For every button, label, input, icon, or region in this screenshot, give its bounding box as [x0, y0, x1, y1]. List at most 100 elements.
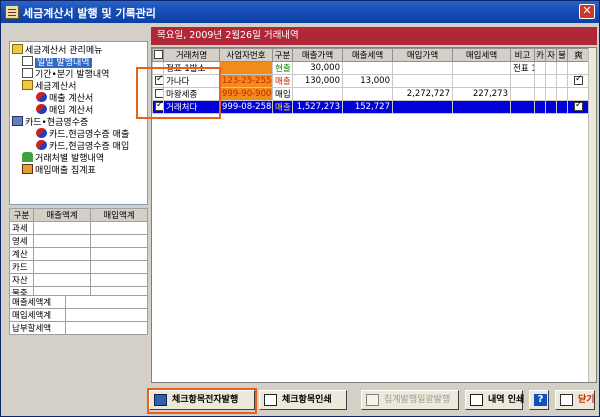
row-checkbox[interactable] [155, 89, 163, 98]
row-checkbox-cell[interactable] [152, 74, 164, 88]
tree-item-summary-table[interactable]: 매입매출 집계표 [22, 164, 96, 176]
summary-header: 매입액계 [90, 208, 148, 222]
column-header[interactable]: 매입가액 [392, 48, 453, 62]
tree-item-sales-invoice[interactable]: 매출 계산서 [36, 92, 93, 104]
window-close-button[interactable]: ✕ [579, 4, 595, 19]
summary-cell [90, 247, 148, 261]
close-button[interactable]: 닫기 [555, 390, 595, 410]
flag-cell [534, 87, 546, 101]
help-button[interactable]: ? [529, 390, 549, 410]
summary-row-label: 카드 [9, 260, 34, 274]
pill-icon [36, 104, 47, 114]
column-header[interactable]: 자 [545, 48, 557, 62]
tree-item-card-sales[interactable]: 카드,현금영수증 매출 [36, 128, 129, 140]
check-issue-button[interactable]: 체크항목전자발행 [149, 390, 255, 410]
tree-item-root[interactable]: 세금계산서 관리메뉴 [12, 44, 102, 56]
row-checkbox-cell[interactable] [152, 87, 164, 101]
column-header[interactable]: 매출세액 [342, 48, 393, 62]
sales-tax: 13,000 [342, 74, 393, 88]
batch-issue-button[interactable]: 집계발행일괄발행 [361, 390, 459, 410]
business-number: 999-08-25800 [219, 100, 273, 114]
column-header[interactable]: 비고 [510, 48, 535, 62]
column-header[interactable]: 사업자번호 [219, 48, 273, 62]
tree-item-card-cash[interactable]: 카드•현금영수증 [12, 116, 88, 128]
help-icon: ? [534, 394, 547, 406]
row-flag-checkbox[interactable] [574, 76, 583, 85]
vertical-scrollbar[interactable] [588, 48, 596, 382]
column-header[interactable]: 구분 [272, 48, 293, 62]
tree-item-tax-invoice[interactable]: 세금계산서 [22, 80, 76, 92]
tree-item-card-purchase[interactable]: 카드,현금영수증 매입 [36, 140, 129, 152]
summary-cell [90, 273, 148, 287]
detail-print-button[interactable]: 내역 인쇄 [465, 390, 524, 410]
table-row[interactable]: 정표 1발소 현출 30,000 전표 1 [152, 61, 590, 75]
note [510, 100, 535, 114]
column-header[interactable]: 매출가액 [292, 48, 343, 62]
pill-icon [36, 92, 47, 102]
summary-row: 계산 [9, 247, 148, 261]
people-icon [22, 152, 33, 162]
sales-amount [292, 87, 343, 101]
menu-tree: 세금계산서 관리메뉴 일일 발행내역 기간•분기 발행내역 세금계산서 매출 계… [9, 41, 148, 205]
select-all-checkbox[interactable] [153, 50, 163, 59]
card-issue-icon [154, 394, 167, 406]
tree-item-by-partner[interactable]: 거래처별 발행내역 [22, 152, 104, 164]
title-bar[interactable]: 세금계산서 발행 및 기록관리 ✕ [1, 1, 599, 23]
purchase-amount [392, 61, 453, 75]
flag-cell[interactable] [567, 61, 590, 75]
transaction-type: 현출 [272, 61, 293, 75]
partner-name: 거래처다 [163, 100, 220, 114]
tree-item-label: 카드•현금영수증 [25, 118, 89, 128]
row-checkbox[interactable] [155, 102, 163, 111]
column-header[interactable]: 거래처명 [163, 48, 220, 62]
column-header[interactable]: 매입세액 [452, 48, 511, 62]
summary-cell [90, 221, 148, 235]
column-header[interactable]: 카 [534, 48, 546, 62]
summary-cell [90, 260, 148, 274]
sales-tax [342, 61, 393, 75]
flag-cell[interactable] [567, 100, 590, 114]
column-header[interactable]: 爽 [567, 48, 590, 62]
summary-row: 영세 [9, 234, 148, 248]
button-label: 닫기 [578, 395, 595, 405]
exit-icon [560, 394, 573, 406]
table-row-selected[interactable]: 거래처다 999-08-25800 매출 1,527,273 152,727 [152, 100, 590, 114]
table-row[interactable]: 가나다 123-25-25555 매출 130,000 13,000 [152, 74, 590, 88]
purchase-amount [392, 100, 453, 114]
flag-cell [534, 74, 546, 88]
tree-item-daily-issue[interactable]: 일일 발행내역 [22, 56, 92, 68]
tree-item-label: 매입매출 집계표 [35, 166, 96, 176]
print-icon [470, 394, 483, 406]
transactions-table: 거래처명 사업자번호 구분 매출가액 매출세액 매입가액 매입세액 비고 카 자… [152, 48, 590, 114]
summary-cell [90, 234, 148, 248]
tree-item-purchase-invoice[interactable]: 매입 계산서 [36, 104, 93, 116]
summary-row: 자산 [9, 273, 148, 287]
row-flag-checkbox[interactable] [574, 102, 583, 111]
card-icon [12, 116, 23, 126]
summary-row-label: 과세 [9, 221, 34, 235]
partner-name: 정표 1발소 [163, 61, 220, 75]
tree-item-label: 카드,현금영수증 매입 [49, 142, 130, 152]
check-print-button[interactable]: 체크항목인쇄 [259, 390, 347, 410]
flag-cell[interactable] [567, 87, 590, 101]
flag-cell [556, 87, 568, 101]
table-row[interactable]: 마왕세종 999-90-90000 매입 2,272,727 227,273 [152, 87, 590, 101]
row-checkbox-cell[interactable] [152, 100, 164, 114]
tree-item-period-issue[interactable]: 기간•분기 발행내역 [22, 68, 109, 80]
totals-cell [65, 321, 148, 335]
row-checkbox-cell[interactable] [152, 61, 164, 75]
transaction-type: 매출 [272, 100, 293, 114]
flag-cell[interactable] [567, 74, 590, 88]
purchase-amount: 2,272,727 [392, 87, 453, 101]
summary-table: 구분 매출액계 매입액계 과세 영세 계산 카드 자산 물중 [9, 208, 148, 300]
pencil-icon [22, 164, 33, 174]
column-header[interactable]: 불 [556, 48, 568, 62]
row-checkbox[interactable] [155, 76, 163, 85]
button-label: 집계발행일괄발행 [384, 395, 451, 405]
totals-row: 매출세액계 [9, 295, 148, 309]
document-icon [22, 56, 33, 66]
flag-cell [545, 100, 557, 114]
purchase-tax [452, 61, 511, 75]
purchase-tax: 227,273 [452, 87, 511, 101]
select-all-header[interactable] [152, 48, 164, 62]
